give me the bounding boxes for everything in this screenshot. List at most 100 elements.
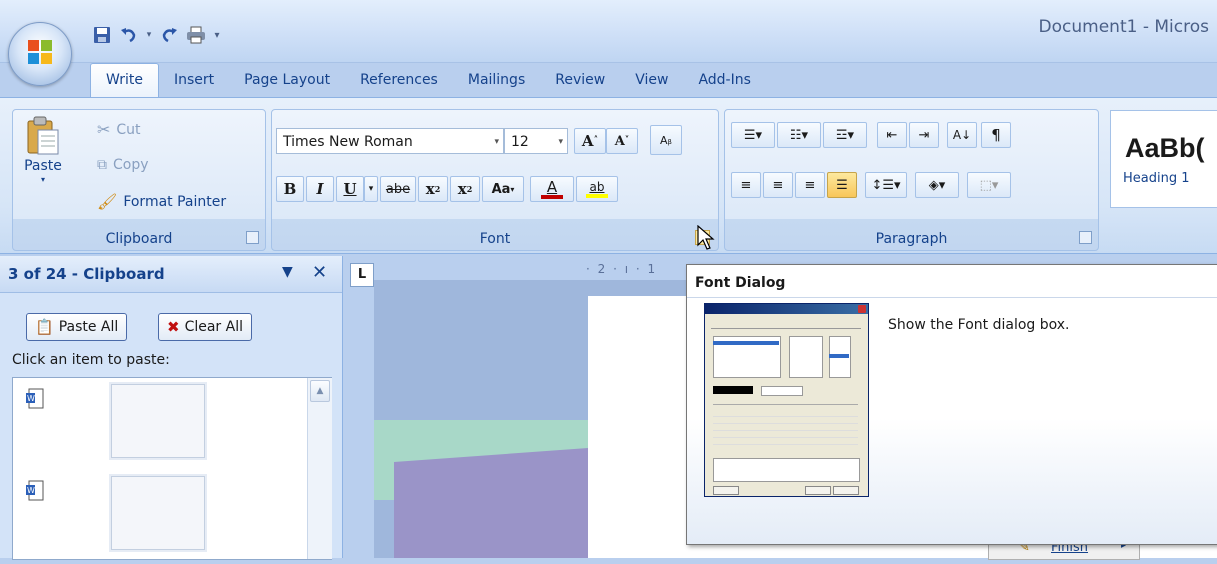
align-center-button[interactable]: ≡ bbox=[763, 172, 793, 198]
tab-insert[interactable]: Insert bbox=[159, 64, 229, 98]
mouse-pointer-icon bbox=[697, 225, 715, 250]
font-name-value: Times New Roman bbox=[283, 134, 413, 150]
superscript-button[interactable]: x2 bbox=[450, 176, 480, 202]
font-color-label: A bbox=[546, 178, 558, 196]
customize-icon[interactable]: ▾ bbox=[211, 24, 223, 46]
increase-indent-icon: ⇥ bbox=[918, 127, 930, 143]
strikethrough-button[interactable]: abe bbox=[380, 176, 416, 202]
shading-button[interactable]: ◈▾ bbox=[915, 172, 959, 198]
tooltip-description: Show the Font dialog box. bbox=[888, 317, 1070, 333]
save-icon[interactable] bbox=[90, 24, 114, 46]
font-name-dropdown-icon[interactable]: ▾ bbox=[494, 129, 499, 155]
svg-text:W: W bbox=[27, 394, 35, 403]
change-case-button[interactable]: Aa ▾ bbox=[482, 176, 524, 202]
tab-page-layout[interactable]: Page Layout bbox=[229, 64, 345, 98]
paste-button[interactable]: Paste ▾ bbox=[19, 116, 67, 184]
tab-selector[interactable]: L bbox=[350, 263, 374, 287]
underline-dropdown-icon[interactable]: ▾ bbox=[364, 176, 378, 202]
font-name-box[interactable]: Times New Roman ▾ bbox=[276, 128, 504, 154]
numbering-button[interactable]: ☷▾ bbox=[777, 122, 821, 148]
word-document-icon: W bbox=[26, 388, 44, 409]
clipboard-item-list: W W ▲ bbox=[12, 377, 332, 560]
line-spacing-button[interactable]: ↕☰▾ bbox=[865, 172, 907, 198]
borders-button[interactable]: ⬚▾ bbox=[967, 172, 1011, 198]
font-color-bar bbox=[541, 195, 563, 199]
decrease-indent-button[interactable]: ⇤ bbox=[877, 122, 907, 148]
redo-icon[interactable] bbox=[157, 24, 181, 46]
highlight-button[interactable]: ab bbox=[576, 176, 618, 202]
align-right-button[interactable]: ≡ bbox=[795, 172, 825, 198]
tooltip-separator bbox=[687, 297, 1217, 298]
tab-write[interactable]: Write bbox=[90, 63, 159, 98]
clipboard-item[interactable]: W bbox=[19, 472, 299, 564]
clipboard-item[interactable]: W bbox=[19, 380, 299, 472]
office-button[interactable] bbox=[8, 22, 72, 86]
scroll-up-icon[interactable]: ▲ bbox=[310, 380, 330, 402]
multilevel-list-icon: ☲▾ bbox=[835, 127, 855, 143]
paste-all-label: Paste All bbox=[58, 319, 119, 335]
line-spacing-icon: ↕☰▾ bbox=[871, 177, 901, 193]
style-name: Heading 1 bbox=[1123, 171, 1190, 186]
clear-all-button[interactable]: ✖ Clear All bbox=[158, 313, 252, 341]
format-painter-button[interactable]: 🖌 Format Painter bbox=[97, 192, 226, 211]
highlight-color-bar bbox=[586, 194, 608, 198]
clipboard-dialog-launcher[interactable] bbox=[246, 231, 259, 244]
clear-all-icon: ✖ bbox=[167, 318, 180, 336]
paintbrush-icon: 🖌 bbox=[97, 192, 118, 211]
font-size-dropdown-icon[interactable]: ▾ bbox=[558, 129, 563, 155]
decrease-indent-icon: ⇤ bbox=[886, 127, 898, 143]
change-case-label: Aa bbox=[491, 181, 511, 197]
paste-all-icon: 📋 bbox=[35, 318, 54, 336]
clear-formatting-button[interactable]: Aᵦ bbox=[650, 125, 682, 155]
sort-button[interactable]: A↓ bbox=[947, 122, 977, 148]
paragraph-group-label: Paragraph bbox=[875, 231, 948, 247]
task-pane-menu-icon[interactable]: ▼ bbox=[282, 264, 293, 280]
office-logo-icon bbox=[28, 40, 52, 64]
underline-button[interactable]: U bbox=[336, 176, 364, 202]
styles-gallery[interactable]: AaBb( Heading 1 bbox=[1110, 110, 1217, 208]
format-painter-label: Format Painter bbox=[123, 193, 227, 210]
superscript-label: x bbox=[457, 180, 467, 198]
align-left-button[interactable]: ≡ bbox=[731, 172, 761, 198]
tab-references[interactable]: References bbox=[345, 64, 453, 98]
font-size-value: 12 bbox=[511, 134, 529, 150]
tab-view[interactable]: View bbox=[620, 64, 683, 98]
copy-icon: ⧉ bbox=[97, 157, 107, 173]
font-size-box[interactable]: 12 ▾ bbox=[504, 128, 568, 154]
svg-text:W: W bbox=[27, 486, 35, 495]
paint-bucket-icon: ◈▾ bbox=[928, 177, 946, 193]
paragraph-dialog-launcher[interactable] bbox=[1079, 231, 1092, 244]
undo-dropdown-icon[interactable]: ▾ bbox=[144, 24, 154, 46]
ribbon: Paste ▾ ✂ Cut ⧉ Copy 🖌 Format Painter Cl… bbox=[0, 97, 1217, 254]
borders-icon: ⬚▾ bbox=[979, 177, 999, 193]
tab-review[interactable]: Review bbox=[540, 64, 620, 98]
clipboard-group: Paste ▾ ✂ Cut ⧉ Copy 🖌 Format Painter Cl… bbox=[12, 109, 266, 251]
copy-button[interactable]: ⧉ Copy bbox=[97, 157, 149, 173]
bullets-icon: ☰▾ bbox=[743, 127, 763, 143]
increase-indent-button[interactable]: ⇥ bbox=[909, 122, 939, 148]
shrink-font-button[interactable]: A ˅ bbox=[606, 128, 638, 154]
clipboard-task-pane: 3 of 24 - Clipboard ▼ ✕ 📋 Paste All ✖ Cl… bbox=[0, 256, 343, 560]
font-color-button[interactable]: A bbox=[530, 176, 574, 202]
align-left-icon: ≡ bbox=[740, 177, 752, 193]
paste-all-button[interactable]: 📋 Paste All bbox=[26, 313, 128, 341]
clear-formatting-icon: Aᵦ bbox=[660, 133, 672, 147]
tab-add-ins[interactable]: Add-Ins bbox=[683, 64, 765, 98]
word-document-icon: W bbox=[26, 480, 44, 501]
scissors-icon: ✂ bbox=[97, 120, 111, 139]
grow-font-button[interactable]: A ˄ bbox=[574, 128, 606, 154]
show-marks-button[interactable]: ¶ bbox=[981, 122, 1011, 148]
undo-icon[interactable] bbox=[117, 24, 141, 46]
close-icon[interactable]: ✕ bbox=[312, 262, 327, 283]
clipboard-scrollbar[interactable]: ▲ bbox=[307, 378, 332, 559]
bullets-button[interactable]: ☰▾ bbox=[731, 122, 775, 148]
italic-button[interactable]: I bbox=[306, 176, 334, 202]
paste-dropdown-icon[interactable]: ▾ bbox=[41, 176, 45, 184]
subscript-button[interactable]: x2 bbox=[418, 176, 448, 202]
cut-button[interactable]: ✂ Cut bbox=[97, 120, 141, 139]
print-icon[interactable] bbox=[184, 24, 208, 46]
bold-button[interactable]: B bbox=[276, 176, 304, 202]
multilevel-list-button[interactable]: ☲▾ bbox=[823, 122, 867, 148]
tab-mailings[interactable]: Mailings bbox=[453, 64, 540, 98]
justify-button[interactable]: ☰ bbox=[827, 172, 857, 198]
